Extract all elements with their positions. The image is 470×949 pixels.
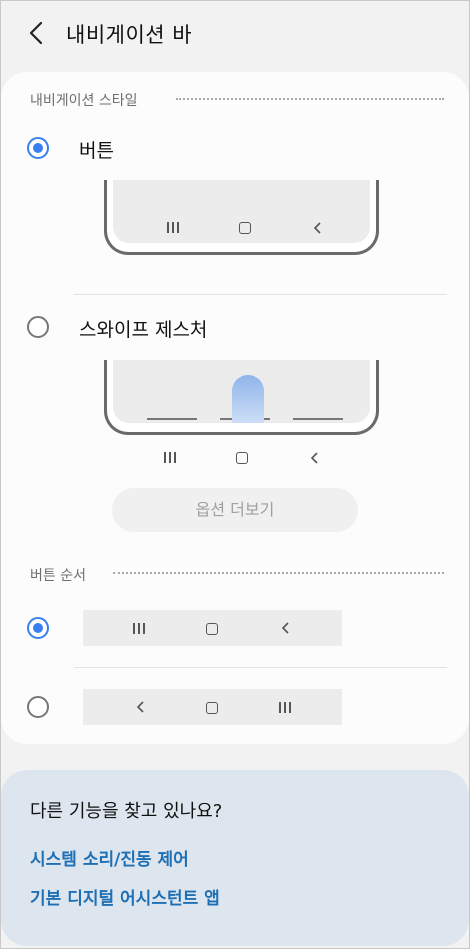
divider	[74, 294, 447, 295]
page-title: 내비게이션 바	[66, 23, 193, 47]
app-bar: 내비게이션 바	[0, 0, 470, 70]
recents-icon	[279, 702, 291, 713]
radio-buttons-style[interactable]	[27, 137, 49, 159]
more-options-button[interactable]: 옵션 더보기	[112, 488, 358, 532]
back-icon	[281, 622, 289, 634]
gesture-line	[147, 418, 197, 420]
preview-screen	[113, 180, 370, 243]
swipe-hint-icon	[232, 375, 264, 423]
recents-icon	[167, 222, 179, 233]
recents-icon	[133, 623, 145, 634]
home-icon	[236, 452, 248, 464]
home-icon	[206, 702, 218, 714]
radio-swipe-gestures[interactable]	[27, 316, 49, 338]
button-order-preview-2[interactable]	[83, 689, 342, 725]
recents-icon	[164, 452, 176, 463]
option-label-swipe-gestures[interactable]: 스와이프 제스처	[79, 315, 207, 342]
radio-order-recents-home-back[interactable]	[27, 617, 49, 639]
home-icon	[239, 222, 251, 234]
link-digital-assistant[interactable]: 기본 디지털 어시스턴트 앱	[30, 884, 220, 909]
chevron-left-icon[interactable]	[24, 20, 50, 46]
button-order-preview-1[interactable]	[83, 610, 342, 646]
home-icon	[206, 623, 218, 635]
back-icon	[136, 701, 144, 713]
back-icon	[313, 222, 321, 234]
preview-swipe-gestures[interactable]	[104, 360, 379, 435]
divider	[74, 667, 447, 668]
section-label-nav-style: 내비게이션 스타일	[30, 93, 138, 109]
section-divider	[176, 98, 444, 100]
preview-screen	[113, 360, 370, 423]
gesture-line	[293, 418, 343, 420]
related-title: 다른 기능을 찾고 있나요?	[30, 801, 223, 822]
link-sound-vibration[interactable]: 시스템 소리/진동 제어	[30, 845, 189, 870]
radio-order-back-home-recents[interactable]	[27, 696, 49, 718]
section-divider	[113, 572, 444, 574]
preview-buttons-nav[interactable]	[104, 180, 379, 255]
option-label-buttons[interactable]: 버튼	[79, 136, 114, 163]
back-icon	[310, 452, 318, 464]
section-label-button-order: 버튼 순서	[30, 568, 86, 584]
